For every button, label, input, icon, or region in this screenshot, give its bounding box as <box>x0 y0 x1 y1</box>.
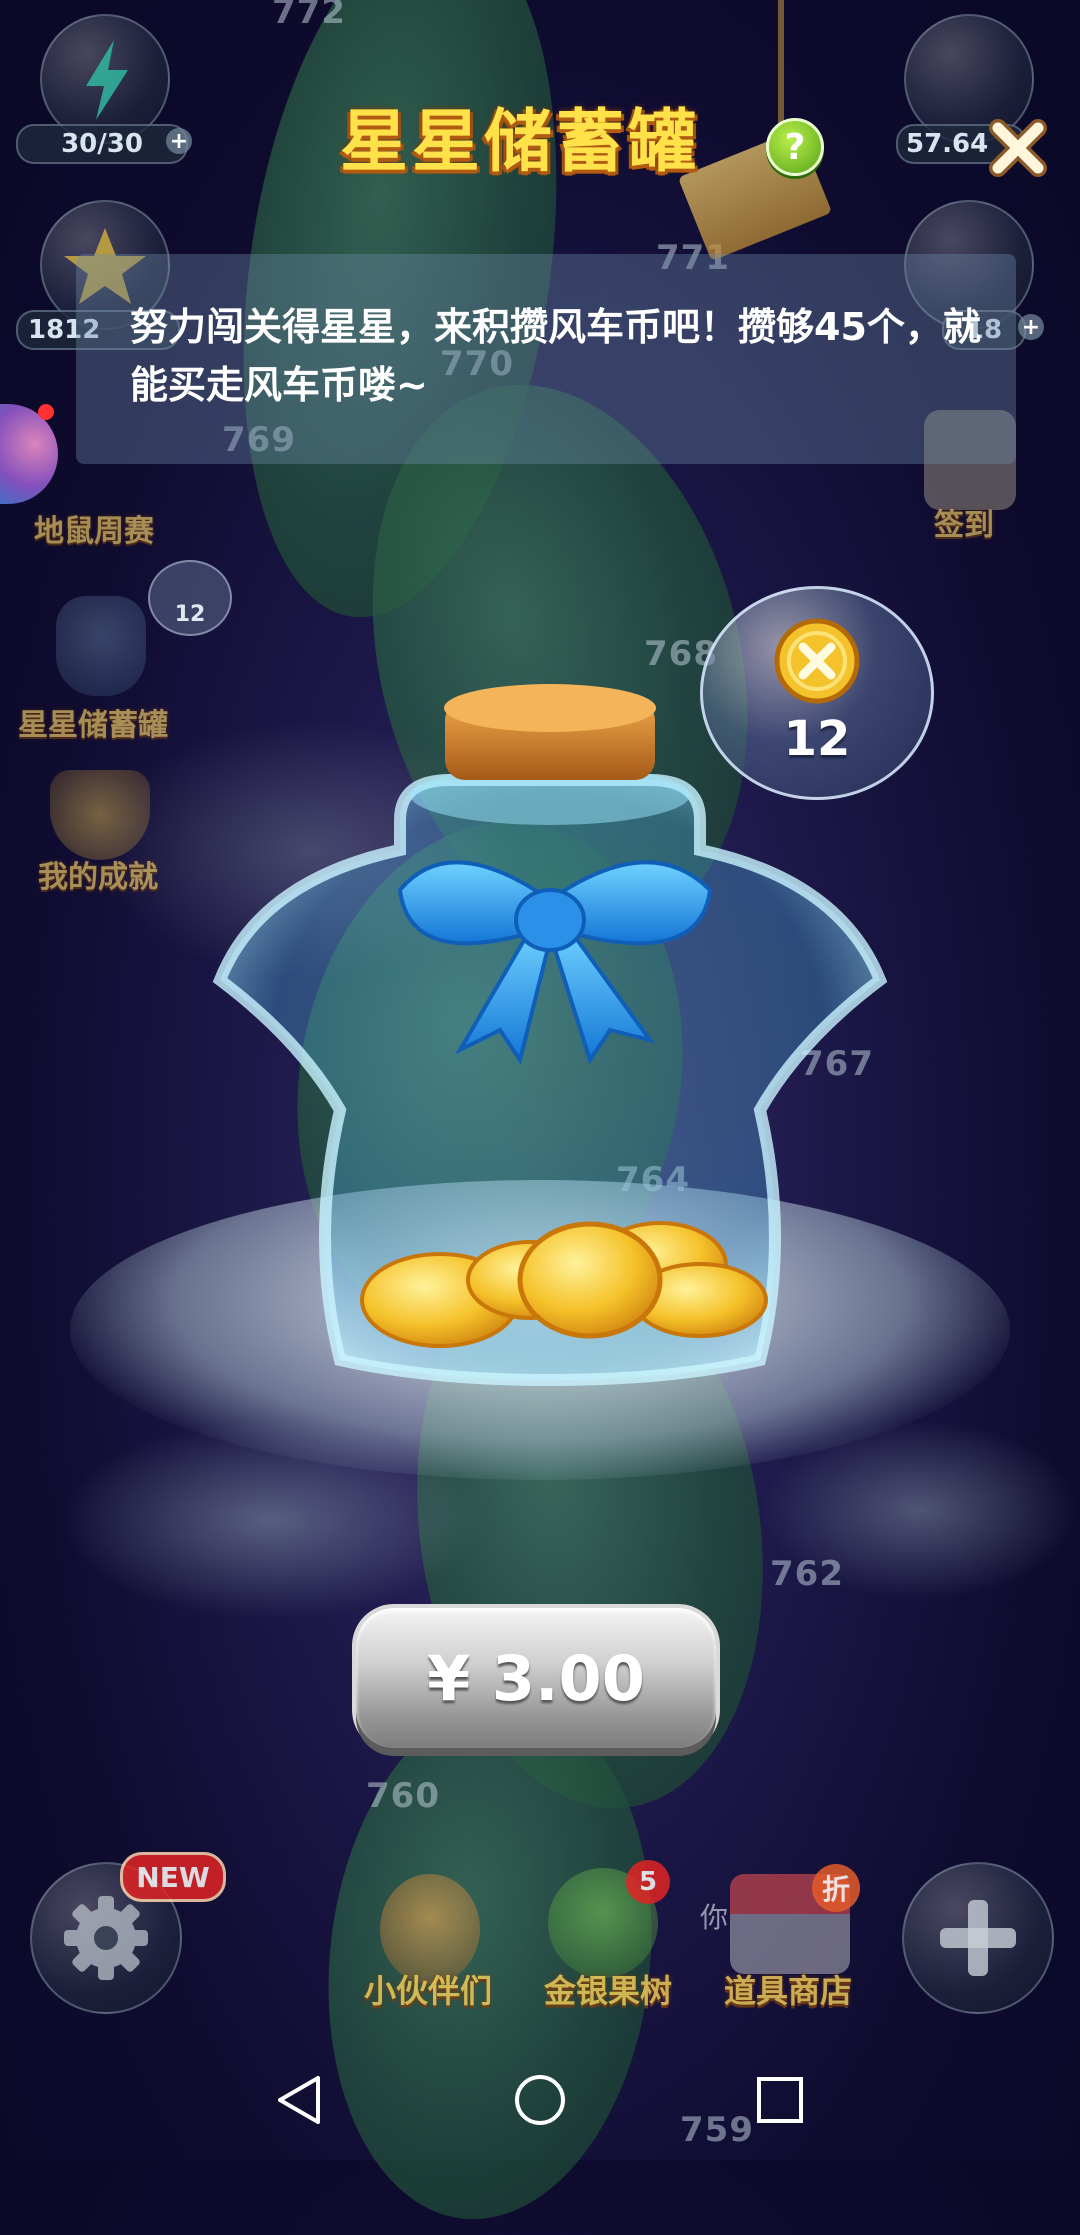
piggy-badge-bubble: 12 <box>148 560 232 636</box>
partners-label[interactable]: 小伙伴们 <box>364 1966 492 2012</box>
buy-price-button[interactable]: ¥ 3.00 <box>356 1608 716 1748</box>
piggy-bank-side-icon[interactable] <box>56 596 146 696</box>
coin-add-button[interactable]: + <box>1018 314 1044 340</box>
square-recent-icon[interactable] <box>750 2070 810 2130</box>
price-label: ¥ 3.00 <box>427 1641 645 1715</box>
description-text: 努力闯关得星星，来积攒风车币吧！攒够45个，就能买走风车币喽~ <box>130 305 981 407</box>
level-marker: 772 <box>272 0 346 32</box>
piggy-badge-count: 12 <box>174 602 206 627</box>
notification-dot <box>38 404 54 420</box>
level-marker: 760 <box>366 1776 440 1816</box>
new-badge: NEW <box>120 1852 226 1902</box>
coin-count: 12 <box>783 711 851 767</box>
money-tree-badge: 5 <box>626 1860 670 1904</box>
piggy-bank-label[interactable]: 星星储蓄罐 <box>18 700 168 744</box>
money-tree-label[interactable]: 金银果树 <box>544 1966 672 2012</box>
help-button[interactable]: ? <box>766 118 824 176</box>
sign-in-label[interactable]: 签到 <box>934 500 994 544</box>
close-icon[interactable] <box>986 116 1050 180</box>
shop-badge: 折 <box>812 1864 860 1912</box>
achievements-label[interactable]: 我的成就 <box>38 852 158 896</box>
triangle-back-icon[interactable] <box>270 2070 330 2130</box>
circle-home-icon[interactable] <box>510 2070 570 2130</box>
energy-value: 30/30 <box>61 129 143 159</box>
energy-add-button[interactable]: + <box>166 128 192 154</box>
energy-counter: 30/30 <box>16 124 188 164</box>
coin-value-top: 57.64 <box>906 129 989 159</box>
plus-icon <box>940 1900 1016 1976</box>
partial-text: 你 <box>700 1901 729 1934</box>
description-panel: 努力闯关得星星，来积攒风车币吧！攒够45个，就能买走风车币喽~ <box>76 254 1016 464</box>
weekly-race-label[interactable]: 地鼠周赛 <box>34 506 154 550</box>
system-nav-bar <box>0 2040 1080 2160</box>
add-bubble[interactable] <box>902 1862 1054 2014</box>
shop-label[interactable]: 道具商店 <box>724 1966 852 2012</box>
dialog-title: 星星储蓄罐 <box>340 103 701 182</box>
coin-count-bubble: 12 <box>700 586 934 800</box>
level-marker: 762 <box>770 1554 844 1594</box>
windmill-coin-icon <box>774 618 860 704</box>
